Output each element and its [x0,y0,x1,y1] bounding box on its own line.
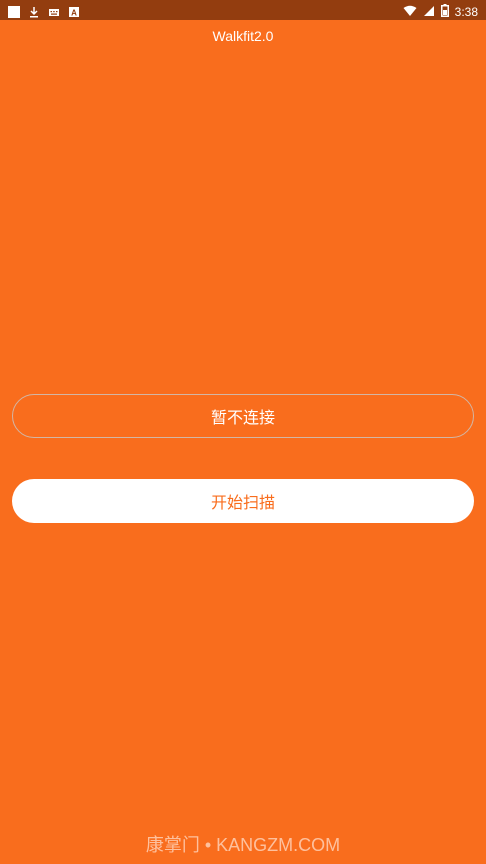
watermark: 康掌门 • KANGZM.COM [145,835,341,855]
status-bar-left-icons: A [8,3,80,22]
start-scan-label: 开始扫描 [210,493,275,512]
keyboard-icon [48,3,60,22]
status-bar: A 3:38 [0,0,486,20]
download-icon [28,3,40,22]
signal-icon [423,2,435,21]
status-bar-right-icons: 3:38 [403,2,478,21]
status-bar-time: 3:38 [454,4,478,19]
wifi-icon [403,2,417,21]
skip-connect-label: 暂不连接 [210,408,275,427]
battery-icon [440,2,449,21]
skip-connect-button[interactable]: 暂不连接 [12,394,474,438]
svg-text:A: A [71,9,77,18]
app-title: Walkfit2.0 [212,28,274,44]
font-icon: A [68,3,80,22]
square-icon [8,3,20,22]
start-scan-button[interactable]: 开始扫描 [12,479,474,523]
